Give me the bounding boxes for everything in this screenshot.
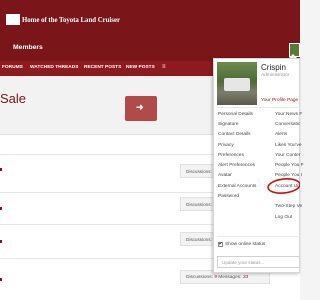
username[interactable]: Crispin [261,63,286,72]
menu-alert-preferences[interactable]: Alert Preferences [218,163,255,168]
site-header: Home of the Toyota Land Cruiser Members [0,0,300,61]
forum-row-marker [0,207,2,210]
menu-news-feed[interactable]: Your News F [275,112,302,117]
user-avatar[interactable] [217,62,257,105]
nav-recent-posts[interactable]: RECENT POSTS [84,65,121,70]
menu-external-accounts[interactable]: External Accounts [218,184,256,189]
menu-likes[interactable]: Likes You've [275,143,302,148]
forum-row-marker [0,168,2,171]
menu-password[interactable]: Password [218,194,239,199]
forum-row-marker [0,240,2,243]
menu-contact-details[interactable]: Contact Details [218,132,251,137]
checkmark-icon: ✔ [218,240,223,247]
nav-new-posts[interactable]: NEW POSTS [126,65,155,70]
menu-conversations[interactable]: Conversatic [275,122,300,127]
menu-log-out[interactable]: Log Out [275,215,292,220]
banner-arrow-button[interactable]: ➜ [125,96,157,121]
panel-divider [217,236,300,237]
menu-your-content[interactable]: Your Conter [275,153,300,158]
user-role: Administrator [261,73,290,78]
stat-label: Discussions: [186,202,212,207]
site-title[interactable]: Home of the Toyota Land Cruiser [22,17,120,24]
stat-label: Discussions: [186,237,212,242]
menu-icon[interactable]: ≡ [162,64,166,70]
messages-label: Messages: [218,275,242,280]
menu-personal-details[interactable]: Personal Details [218,112,253,117]
online-status-checkbox[interactable]: ✔ [218,240,223,247]
nav-watched-threads[interactable]: WATCHED THREADS [30,65,78,70]
stat-label: Discussions: [186,169,212,174]
forum-row-marker [0,278,2,281]
menu-two-step-verification[interactable]: Two-Step Ve [275,204,302,209]
menu-preferences[interactable]: Preferences [218,153,244,158]
banner-text: Sale [0,91,27,106]
arrow-right-icon: ➜ [136,102,144,112]
menu-avatar[interactable]: Avatar [218,173,232,178]
online-status-label: Show online status [225,242,266,247]
discussions-count: 9 [214,275,217,280]
menu-alerts[interactable]: Alerts [275,132,287,137]
avatar-image [224,78,250,91]
messages-count: 33 [242,275,249,280]
panel-divider [217,107,300,108]
site-logo[interactable] [6,14,20,25]
menu-people-you-follow[interactable]: People You F [275,163,304,168]
discussions-label: Discussions: [186,275,213,280]
menu-privacy[interactable]: Privacy [218,143,234,148]
profile-page-link[interactable]: Your Profile Page [261,98,298,103]
annotation-circle [267,178,300,194]
status-update-input[interactable]: Update your status... [217,256,300,268]
menu-signature[interactable]: Signature [218,122,239,127]
nav-forums[interactable]: FORUMS [2,65,23,70]
members-tab[interactable]: Members [13,44,43,51]
